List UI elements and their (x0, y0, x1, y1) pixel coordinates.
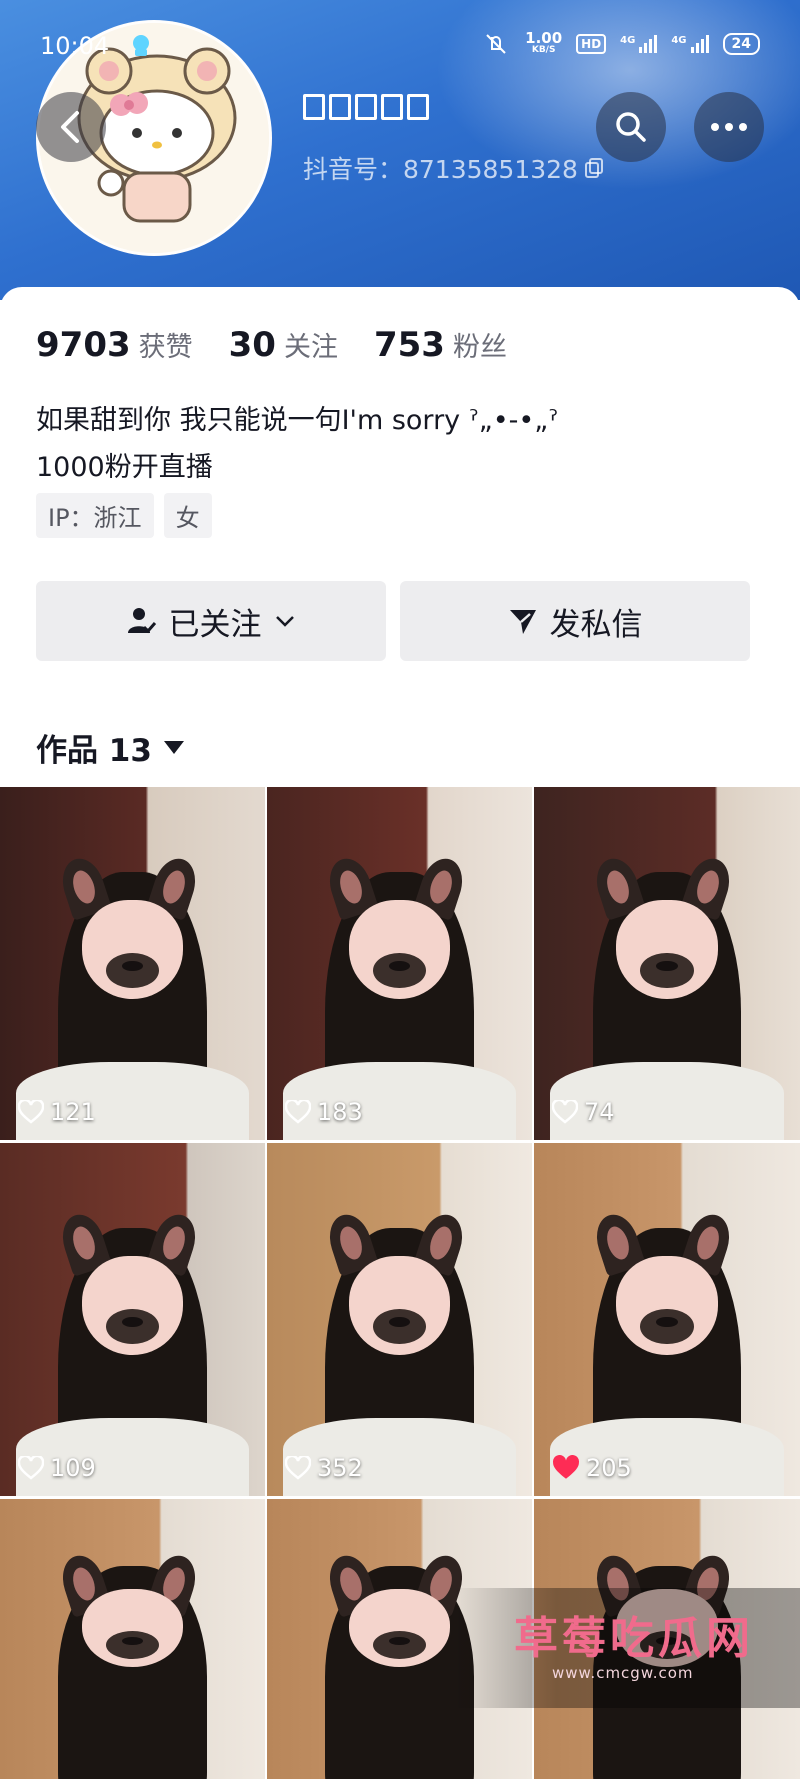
bio-line-2: 1000粉开直播 (36, 452, 213, 483)
send-message-button[interactable]: 发私信 (400, 581, 750, 661)
heart-icon (285, 1456, 311, 1480)
signal-icon-sim1: 4G (620, 35, 658, 53)
action-buttons: 已关注 发私信 (36, 581, 750, 661)
video-thumbnail[interactable] (0, 1499, 265, 1779)
like-count: 352 (285, 1454, 363, 1482)
gender-tag: 女 (163, 493, 212, 538)
copy-icon[interactable] (584, 157, 604, 179)
video-thumbnail[interactable]: 74 (534, 787, 800, 1140)
heart-icon (18, 1456, 44, 1480)
like-count: 205 (552, 1454, 632, 1482)
mute-icon (486, 34, 506, 54)
search-icon (616, 112, 646, 142)
profile-header: 10:04 1.00 KB/S HD 4G 4G 24 抖音号：87135851… (0, 0, 800, 300)
watermark-title: 草莓吃瓜网 (514, 1613, 754, 1664)
more-icon (711, 123, 747, 131)
profile-tags: IP：浙江 女 (36, 493, 212, 538)
network-speed: 1.00 KB/S (525, 29, 563, 56)
like-count: 109 (18, 1454, 96, 1482)
profile-stats: 9703 获赞 30 关注 753 粉丝 (36, 325, 507, 365)
dropdown-triangle-icon (163, 741, 184, 754)
heart-filled-icon (553, 1455, 579, 1479)
user-check-icon (127, 608, 156, 634)
video-thumbnail[interactable]: 109 (0, 1143, 265, 1496)
video-thumbnail[interactable]: 352 (267, 1143, 532, 1496)
followed-button[interactable]: 已关注 (36, 581, 386, 661)
chevron-down-icon (275, 616, 294, 627)
video-cover-image (0, 1499, 265, 1779)
heart-icon (552, 1100, 578, 1124)
works-tab[interactable]: 作品 13 (36, 725, 184, 770)
hd-badge: HD (576, 34, 607, 54)
signal-icon-sim2: 4G (671, 35, 709, 53)
stat-likes[interactable]: 9703 获赞 (36, 325, 193, 365)
nickname (303, 94, 429, 120)
like-count: 183 (285, 1098, 363, 1126)
heart-icon (18, 1100, 44, 1124)
status-time: 10:04 (40, 32, 110, 60)
stat-followers[interactable]: 753 粉丝 (374, 325, 507, 365)
watermark-url: www.cmcgw.com (552, 1664, 694, 1682)
video-cover-image (267, 787, 532, 1140)
more-button[interactable] (694, 92, 764, 162)
video-cover-image (534, 787, 800, 1140)
video-cover-image (534, 1143, 800, 1496)
bio-line-1: 如果甜到你 我只能说一句I'm sorry ˀ„•-•„ˀ (36, 405, 559, 436)
site-watermark: 草莓吃瓜网 www.cmcgw.com (452, 1588, 800, 1708)
video-thumbnail[interactable]: 121 (0, 787, 265, 1140)
heart-icon (285, 1100, 311, 1124)
video-cover-image (0, 1143, 265, 1496)
like-count: 74 (552, 1098, 615, 1126)
search-button[interactable] (596, 92, 666, 162)
profile-bio: 如果甜到你 我只能说一句I'm sorry ˀ„•-•„ˀ 1000粉开直播 (36, 397, 558, 491)
like-count: 121 (18, 1098, 96, 1126)
video-cover-image (0, 787, 265, 1140)
notification-icon (133, 35, 149, 56)
back-button[interactable] (36, 92, 106, 162)
ip-location-tag: IP：浙江 (36, 493, 154, 538)
back-icon (61, 111, 79, 143)
battery-indicator: 24 (722, 33, 760, 55)
stat-following[interactable]: 30 关注 (229, 325, 338, 365)
douyin-id[interactable]: 抖音号：87135851328 (303, 150, 604, 186)
video-cover-image (267, 1143, 532, 1496)
video-thumbnail[interactable]: 183 (267, 787, 532, 1140)
status-bar: 10:04 1.00 KB/S HD 4G 4G 24 (0, 30, 800, 66)
send-icon (509, 610, 536, 634)
video-thumbnail[interactable]: 205 (534, 1143, 800, 1496)
